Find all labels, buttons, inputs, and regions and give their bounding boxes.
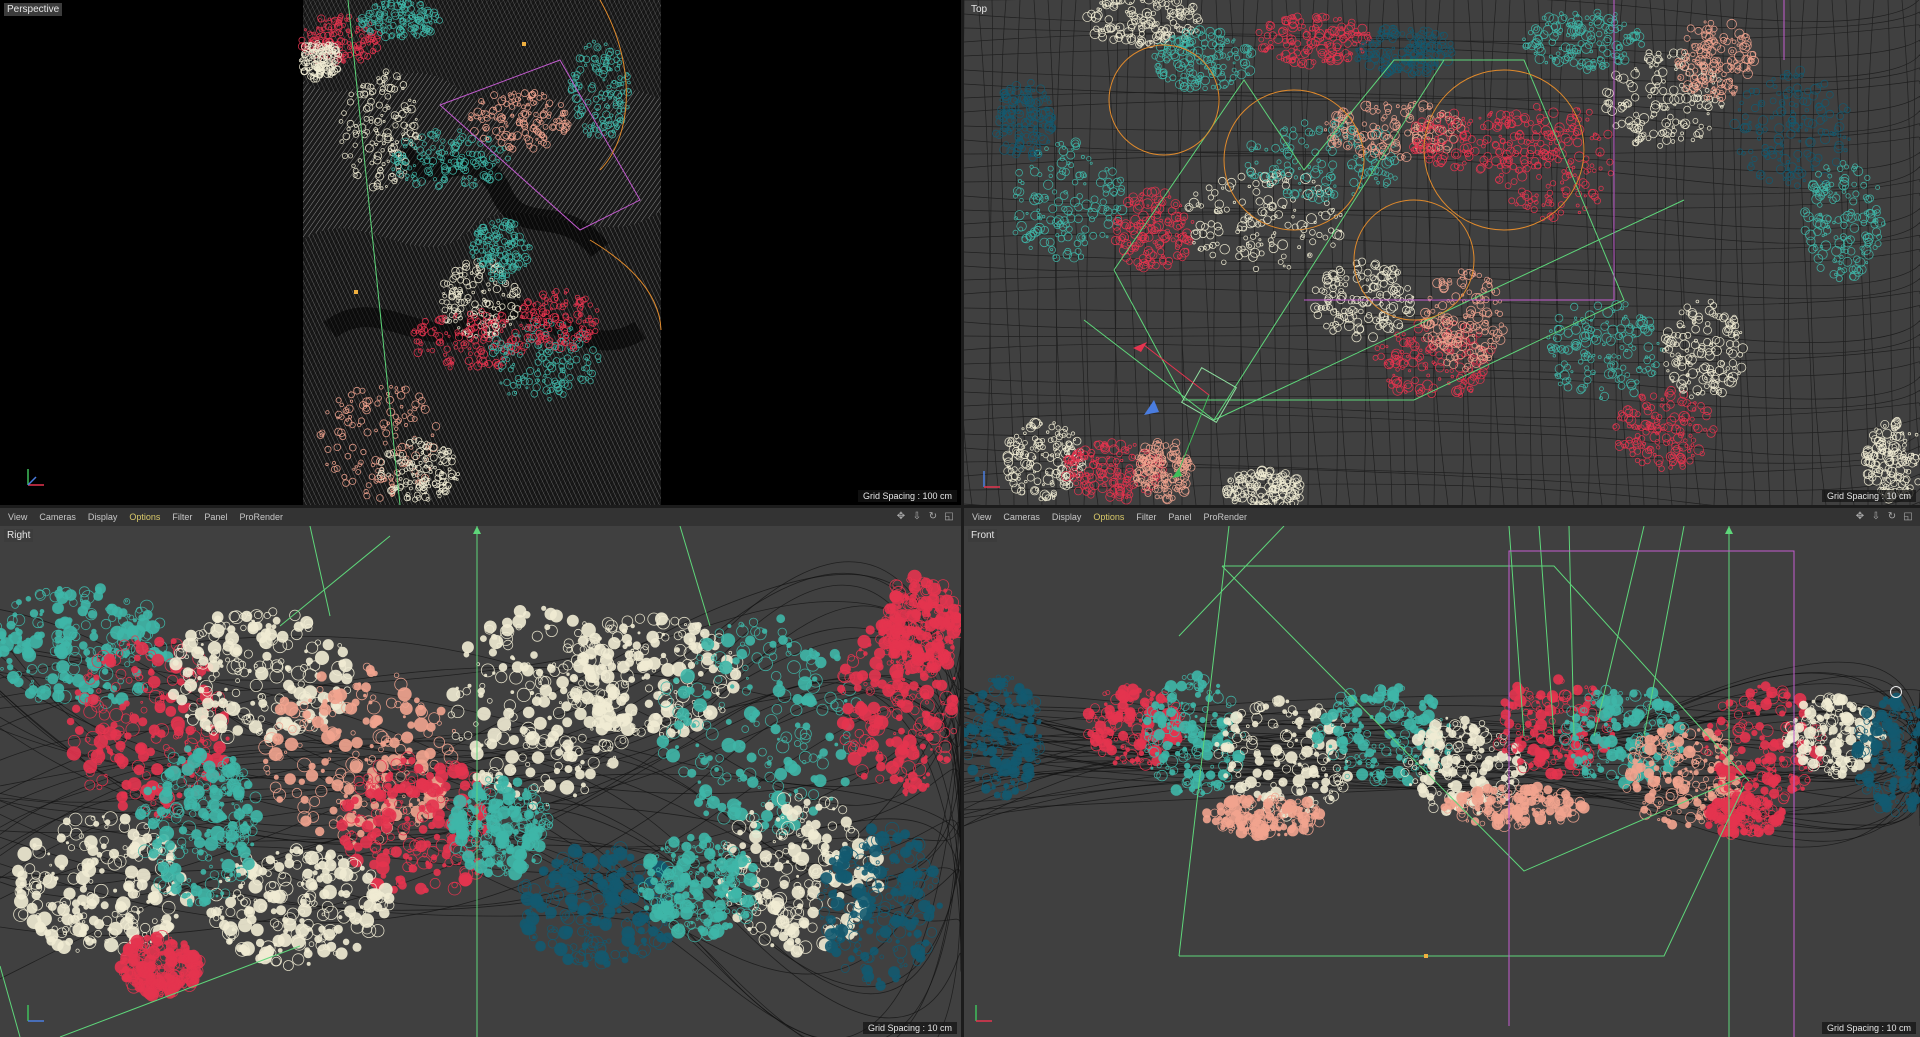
- right-viewport-menubar: View Cameras Display Options Filter Pane…: [0, 508, 961, 526]
- axis-gizmo-icon: [983, 471, 1000, 488]
- menu-filter[interactable]: Filter: [172, 512, 192, 522]
- move-icon[interactable]: ✥: [1854, 510, 1866, 522]
- menu-cameras[interactable]: Cameras: [39, 512, 76, 522]
- front-viewport[interactable]: Front Grid Spacing : 10 cm: [964, 526, 1920, 1037]
- right-viewport[interactable]: Right Grid Spacing : 10 cm: [0, 526, 961, 1037]
- right-particles: [0, 561, 961, 1037]
- viewport-label: Right: [4, 529, 34, 542]
- grid-spacing-label: Grid Spacing : 10 cm: [1821, 1022, 1916, 1034]
- menu-cameras[interactable]: Cameras: [1003, 512, 1040, 522]
- top-viewport[interactable]: Top Grid Spacing : 10 cm: [964, 0, 1920, 505]
- maximize-icon[interactable]: ◱: [1902, 510, 1914, 522]
- maximize-icon[interactable]: ◱: [943, 510, 955, 522]
- top-scene: [964, 0, 1920, 505]
- menu-prorender[interactable]: ProRender: [239, 512, 283, 522]
- grid-spacing-label: Grid Spacing : 10 cm: [862, 1022, 957, 1034]
- right-scene: [0, 526, 961, 1037]
- rotate-icon[interactable]: ↻: [1886, 510, 1898, 522]
- perspective-scene: [297, 0, 662, 505]
- grid-spacing-label: Grid Spacing : 100 cm: [857, 490, 957, 502]
- axis-gizmo-icon: [27, 469, 44, 486]
- menu-display[interactable]: Display: [1052, 512, 1082, 522]
- move-icon[interactable]: ✥: [895, 510, 907, 522]
- crosshair-icon[interactable]: [1890, 686, 1902, 698]
- viewport-label: Top: [971, 4, 988, 15]
- viewport-divider-vertical[interactable]: [961, 0, 964, 1037]
- axis-gizmo-icon: [27, 1005, 44, 1022]
- top-particles: [992, 0, 1920, 505]
- menu-prorender[interactable]: ProRender: [1203, 512, 1247, 522]
- menu-options[interactable]: Options: [1093, 512, 1124, 522]
- grid-spacing-label: Grid Spacing : 10 cm: [1821, 490, 1916, 502]
- front-viewport-menubar: View Cameras Display Options Filter Pane…: [964, 508, 1920, 526]
- zoom-icon[interactable]: ⇩: [1870, 510, 1882, 522]
- menu-view[interactable]: View: [8, 512, 27, 522]
- viewport-label: Perspective: [4, 3, 63, 16]
- zoom-icon[interactable]: ⇩: [911, 510, 923, 522]
- front-particles: [964, 661, 1920, 848]
- menu-panel[interactable]: Panel: [204, 512, 227, 522]
- menu-filter[interactable]: Filter: [1136, 512, 1156, 522]
- front-scene: [964, 526, 1920, 1037]
- menu-view[interactable]: View: [972, 512, 991, 522]
- viewport-label: Front: [968, 529, 998, 542]
- rotate-icon[interactable]: ↻: [927, 510, 939, 522]
- perspective-viewport[interactable]: Perspective Grid Spacing : 100 cm: [0, 0, 961, 505]
- axis-gizmo-icon: [975, 1005, 992, 1022]
- viewport-divider-horizontal[interactable]: [0, 505, 1920, 508]
- menu-panel[interactable]: Panel: [1168, 512, 1191, 522]
- menu-options[interactable]: Options: [129, 512, 160, 522]
- menu-display[interactable]: Display: [88, 512, 118, 522]
